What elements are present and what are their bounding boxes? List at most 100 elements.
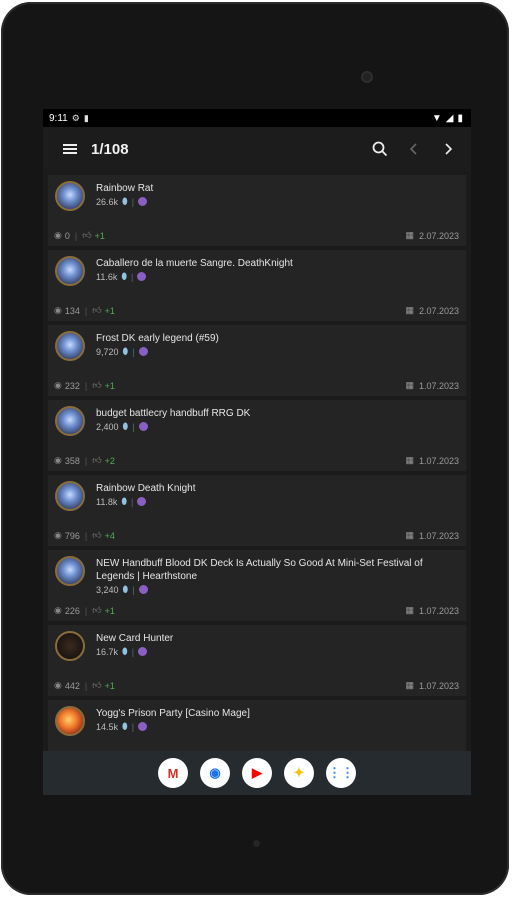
- deck-name: Yogg's Prison Party [Casino Mage]: [96, 708, 250, 719]
- eye-icon: ◉: [54, 380, 62, 390]
- dust-cost: 26.6k: [96, 196, 119, 207]
- dust-icon: ⬮: [122, 421, 129, 431]
- dust-icon: ⬮: [122, 721, 128, 731]
- deck-footer: ◉ 134 | 👍︎ +1 ▦ 2.07.2023: [54, 305, 459, 316]
- status-time: 9:11: [49, 112, 68, 124]
- front-camera: [361, 71, 373, 83]
- class-avatar-icon: [55, 406, 85, 436]
- chevron-right-icon[interactable]: [431, 132, 465, 166]
- eye-icon: ◉: [54, 530, 62, 540]
- like-count: +1: [104, 605, 115, 616]
- thumbs-up-icon: 👍︎: [92, 380, 102, 390]
- deck-card[interactable]: Frost DK early legend (#59) 9,720 ⬮ | ◉ …: [48, 325, 466, 396]
- class-avatar-icon: [55, 556, 85, 586]
- settings-status-icon: ⚙: [71, 112, 80, 123]
- tablet-device: 9:11 ⚙ ▮ ▼ ◢ ▮ 1/108 Rainbow Rat 26.6k ⬮…: [1, 2, 509, 895]
- deck-list: Rainbow Rat 26.6k ⬮ | ◉ 0 | 👍︎ +1 ▦ 2.07…: [48, 175, 466, 775]
- like-count: +2: [104, 455, 115, 466]
- like-count: +4: [104, 530, 115, 541]
- class-icon: [138, 647, 148, 656]
- deck-name: Frost DK early legend (#59): [96, 333, 219, 344]
- deck-footer: ◉ 232 | 👍︎ +1 ▦ 1.07.2023: [54, 380, 459, 391]
- page-counter: 1/108: [91, 140, 129, 158]
- gmail-icon[interactable]: M: [158, 758, 188, 788]
- status-bar: 9:11 ⚙ ▮ ▼ ◢ ▮: [43, 109, 471, 127]
- youtube-icon[interactable]: ▶: [242, 758, 272, 788]
- deck-footer: ◉ 442 | 👍︎ +1 ▦ 1.07.2023: [54, 680, 459, 691]
- deck-date: 1.07.2023: [418, 380, 459, 391]
- dust-cost: 11.6k: [96, 271, 118, 282]
- calendar-icon: ▦: [405, 455, 414, 465]
- battery-icon: ▮: [457, 112, 463, 124]
- screen: 9:11 ⚙ ▮ ▼ ◢ ▮ 1/108 Rainbow Rat 26.6k ⬮…: [43, 109, 471, 795]
- apps-icon[interactable]: ⋮⋮: [326, 758, 356, 788]
- deck-name: New Card Hunter: [96, 633, 174, 644]
- deck-name: budget battlecry handbuff RRG DK: [96, 408, 251, 419]
- sim-status-icon: ▮: [83, 112, 89, 123]
- deck-card[interactable]: NEW Handbuff Blood DK Deck Is Actually S…: [48, 550, 466, 621]
- class-icon: [138, 347, 148, 356]
- eye-icon: ◉: [54, 230, 62, 240]
- deck-date: 1.07.2023: [418, 605, 459, 616]
- like-count: +1: [104, 380, 115, 391]
- view-count: 442: [64, 680, 80, 691]
- deck-date: 1.07.2023: [418, 455, 459, 466]
- chevron-left-icon[interactable]: [397, 132, 431, 166]
- deck-footer: ◉ 358 | 👍︎ +2 ▦ 1.07.2023: [54, 455, 459, 466]
- view-count: 232: [64, 380, 80, 391]
- deck-card[interactable]: Caballero de la muerte Sangre. DeathKnig…: [48, 250, 466, 321]
- deck-date: 2.07.2023: [418, 305, 459, 316]
- class-icon: [138, 722, 148, 731]
- dust-cost: 14.5k: [96, 721, 119, 732]
- calendar-icon: ▦: [405, 680, 414, 690]
- calendar-icon: ▦: [405, 305, 414, 315]
- eye-icon: ◉: [54, 305, 62, 315]
- deck-card[interactable]: Rainbow Rat 26.6k ⬮ | ◉ 0 | 👍︎ +1 ▦ 2.07…: [48, 175, 466, 246]
- deck-footer: ◉ 226 | 👍︎ +1 ▦ 1.07.2023: [54, 605, 459, 616]
- deck-card[interactable]: New Card Hunter 16.7k ⬮ | ◉ 442 | 👍︎ +1 …: [48, 625, 466, 696]
- thumbs-up-icon: 👍︎: [92, 455, 102, 465]
- calendar-icon: ▦: [405, 605, 414, 615]
- app-bar: 1/108: [43, 127, 471, 171]
- class-icon: [138, 422, 148, 431]
- class-avatar-icon: [55, 331, 85, 361]
- photos-icon[interactable]: ✦: [284, 758, 314, 788]
- wifi-icon: ▼: [431, 112, 442, 124]
- search-icon[interactable]: [363, 132, 397, 166]
- dust-icon: ⬮: [121, 496, 128, 506]
- class-icon: [137, 497, 147, 506]
- deck-footer: ◉ 0 | 👍︎ +1 ▦ 2.07.2023: [54, 230, 459, 241]
- dust-cost: 3,240: [96, 584, 119, 595]
- deck-name: Caballero de la muerte Sangre. DeathKnig…: [96, 258, 293, 269]
- deck-name: Rainbow Rat: [96, 183, 154, 194]
- dust-icon: ⬮: [122, 646, 128, 656]
- deck-date: 1.07.2023: [418, 680, 459, 691]
- deck-name: NEW Handbuff Blood DK Deck Is Actually S…: [96, 558, 423, 582]
- class-icon: [138, 585, 148, 594]
- calendar-icon: ▦: [405, 380, 414, 390]
- thumbs-up-icon: 👍︎: [82, 230, 92, 240]
- thumbs-up-icon: 👍︎: [92, 530, 102, 540]
- chrome-icon[interactable]: ◉: [200, 758, 230, 788]
- dust-icon: ⬮: [122, 196, 128, 206]
- class-avatar-icon: [55, 706, 85, 736]
- like-count: +1: [104, 305, 115, 316]
- signal-icon: ◢: [445, 112, 454, 124]
- deck-date: 2.07.2023: [418, 230, 459, 241]
- menu-icon[interactable]: [63, 142, 81, 156]
- deck-card[interactable]: budget battlecry handbuff RRG DK 2,400 ⬮…: [48, 400, 466, 471]
- dust-icon: ⬮: [122, 346, 129, 356]
- class-avatar-icon: [55, 631, 85, 661]
- view-count: 226: [64, 605, 80, 616]
- deck-card[interactable]: Rainbow Death Knight 11.8k ⬮ | ◉ 796 | 👍…: [48, 475, 466, 546]
- like-count: +1: [94, 230, 105, 241]
- thumbs-up-icon: 👍︎: [92, 305, 102, 315]
- like-count: +1: [104, 680, 115, 691]
- eye-icon: ◉: [54, 455, 62, 465]
- calendar-icon: ▦: [405, 530, 414, 540]
- dust-icon: ⬮: [121, 271, 128, 281]
- class-avatar-icon: [55, 481, 85, 511]
- deck-name: Rainbow Death Knight: [96, 483, 196, 494]
- deck-footer: ◉ 796 | 👍︎ +4 ▦ 1.07.2023: [54, 530, 459, 541]
- deck-date: 1.07.2023: [418, 530, 459, 541]
